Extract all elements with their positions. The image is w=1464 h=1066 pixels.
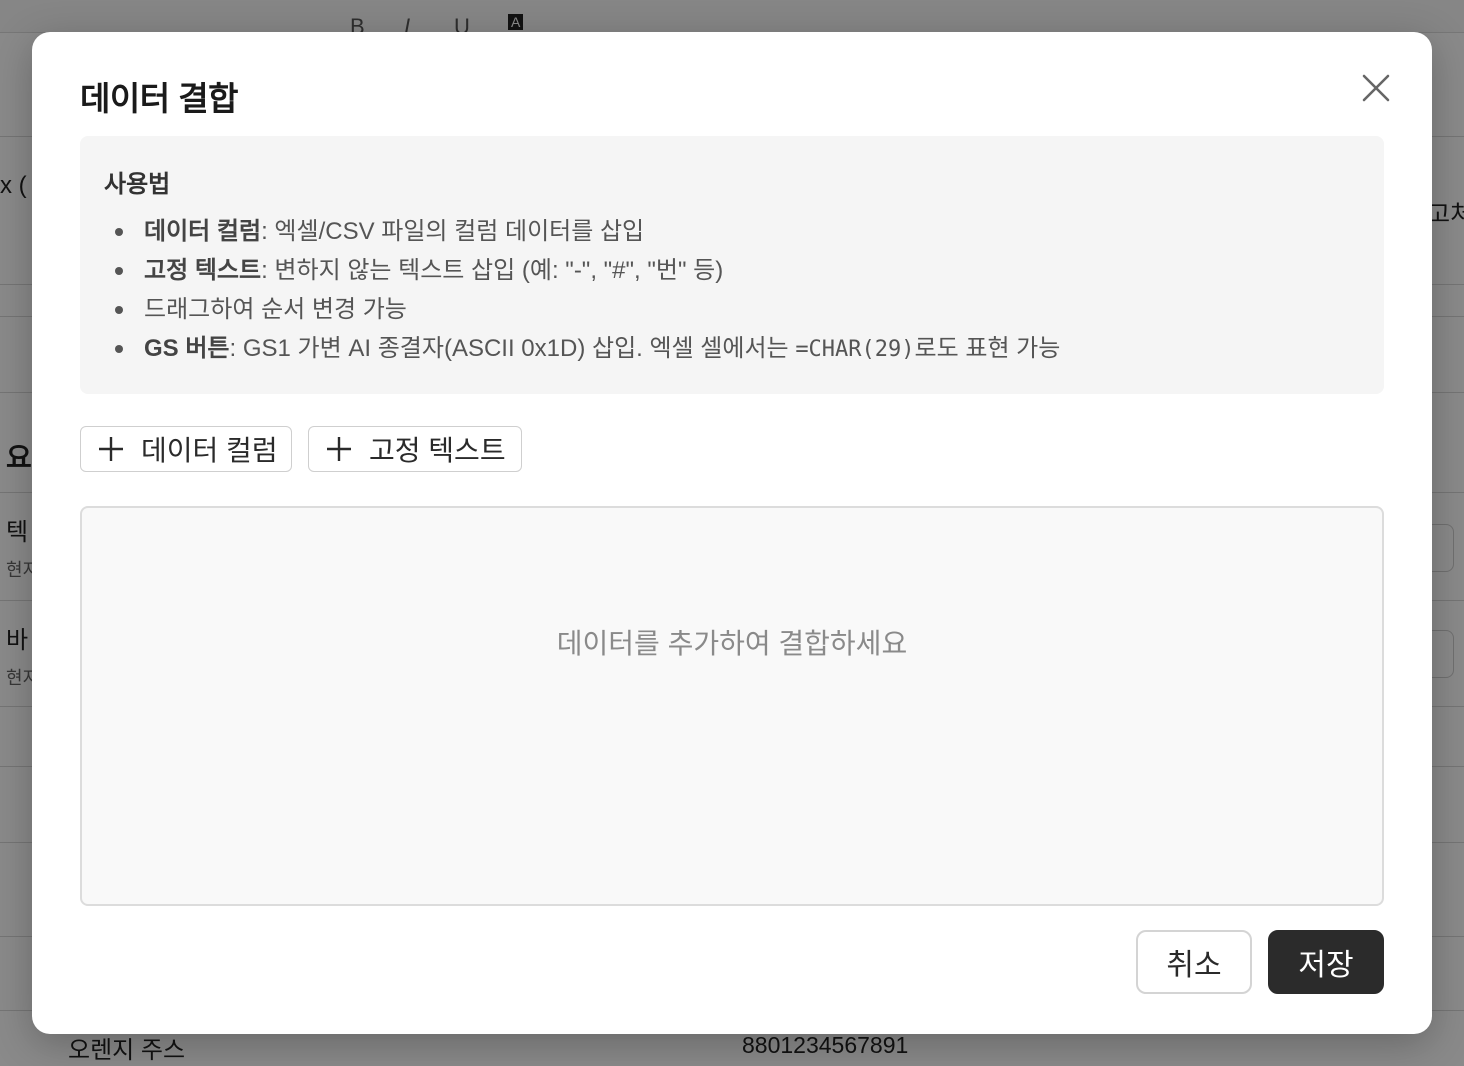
add-fixed-text-button[interactable]: 고정 텍스트 [308,426,522,472]
bullet-icon [115,345,123,353]
help-item-term: GS 버튼 [144,335,230,362]
help-item-text-after: 로도 표현 가능 [914,335,1061,362]
data-combine-dialog: 데이터 결합 사용법 데이터 컬럼: 엑셀/CSV 파일의 컬럼 데이터를 삽입… [32,32,1432,1034]
help-item-gs-button: GS 버튼: GS1 가변 AI 종결자(ASCII 0x1D) 삽입. 엑셀 … [104,329,1060,368]
help-item-code: =CHAR(29) [795,337,915,362]
usage-help-box: 사용법 데이터 컬럼: 엑셀/CSV 파일의 컬럼 데이터를 삽입 고정 텍스트… [80,136,1384,394]
combine-drop-zone[interactable]: 데이터를 추가하여 결합하세요 [80,506,1384,906]
bullet-icon [115,267,123,275]
help-item-term: 데이터 컬럼 [144,218,262,245]
help-item-text: 드래그하여 순서 변경 가능 [144,296,407,323]
close-icon [1362,74,1390,102]
help-item-drag: 드래그하여 순서 변경 가능 [104,290,1060,329]
close-button[interactable] [1358,70,1394,106]
help-list: 데이터 컬럼: 엑셀/CSV 파일의 컬럼 데이터를 삽입 고정 텍스트: 변하… [104,212,1060,368]
dialog-title: 데이터 결합 [80,80,238,117]
bullet-icon [115,228,123,236]
help-item-text: : 변하지 않는 텍스트 삽입 (예: "-", "#", "번" 등) [261,257,724,284]
help-item-term: 고정 텍스트 [144,257,262,284]
add-data-column-label: 데이터 컬럼 [141,435,278,466]
help-title: 사용법 [104,171,171,198]
empty-state-message: 데이터를 추가하여 결합하세요 [556,628,908,659]
save-button[interactable]: 저장 [1268,930,1384,994]
help-item-text: : GS1 가변 AI 종결자(ASCII 0x1D) 삽입. 엑셀 셀에서는 [229,335,796,362]
add-data-column-button[interactable]: 데이터 컬럼 [80,426,292,472]
plus-icon [99,437,123,461]
help-item-data-column: 데이터 컬럼: 엑셀/CSV 파일의 컬럼 데이터를 삽입 [104,212,1060,251]
plus-icon [327,437,351,461]
help-item-text: : 엑셀/CSV 파일의 컬럼 데이터를 삽입 [261,218,645,245]
help-item-fixed-text: 고정 텍스트: 변하지 않는 텍스트 삽입 (예: "-", "#", "번" … [104,251,1060,290]
cancel-button[interactable]: 취소 [1136,930,1252,994]
bullet-icon [115,306,123,314]
add-fixed-text-label: 고정 텍스트 [369,435,506,466]
